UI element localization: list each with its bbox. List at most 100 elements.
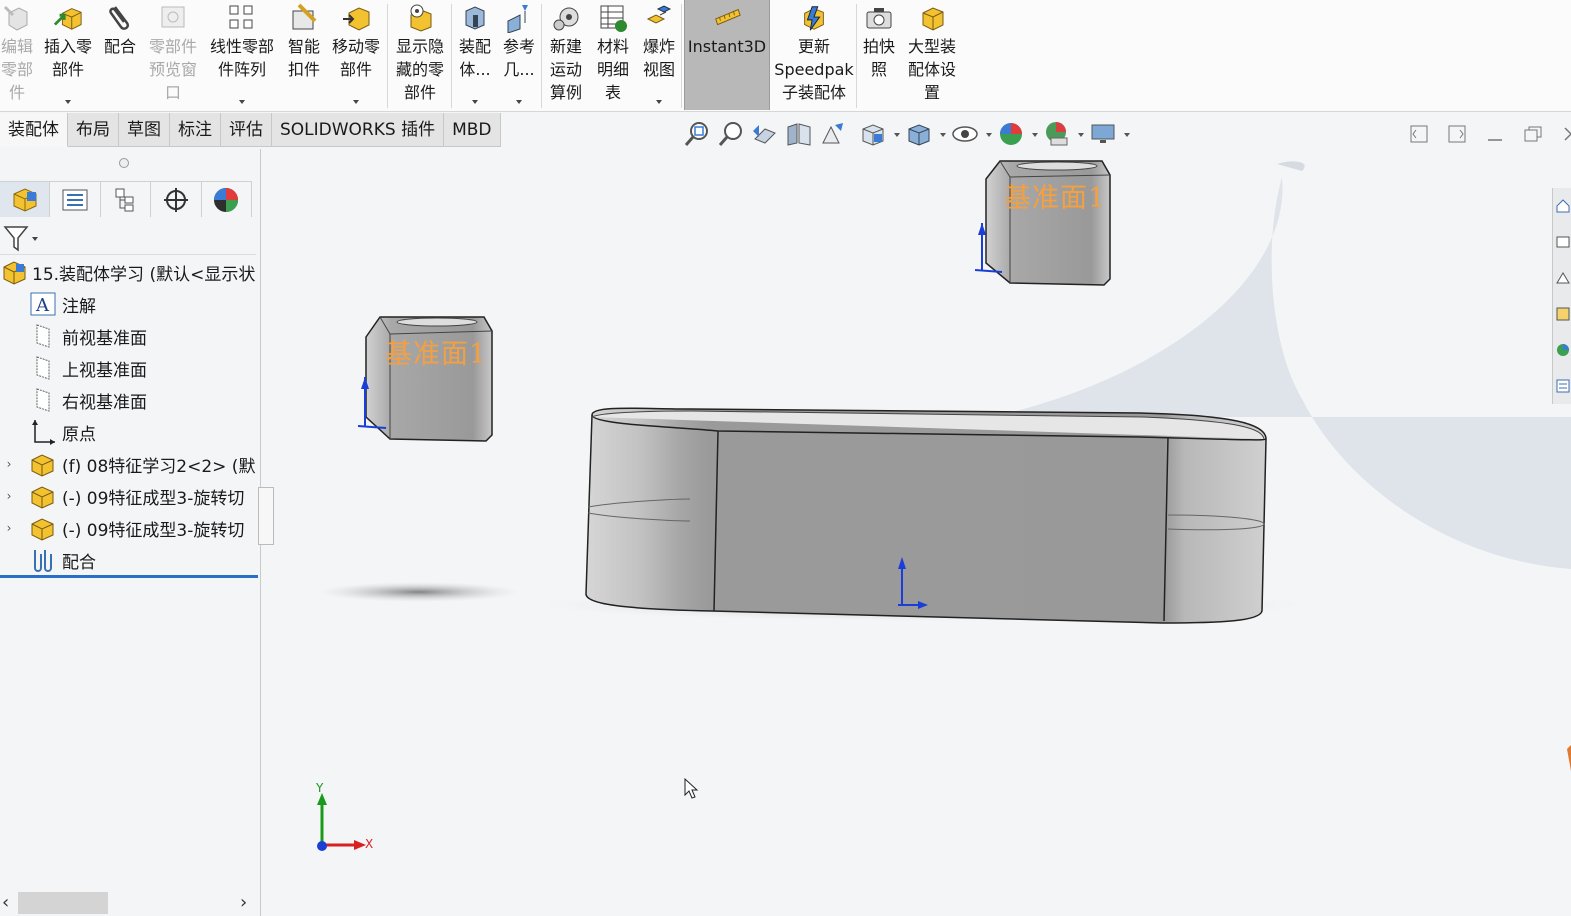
dock-left-icon[interactable] [1400, 119, 1438, 149]
instant3d-label: Instant3D [687, 37, 767, 56]
move-component-button[interactable]: 移动零 部件 [328, 0, 384, 110]
zoom-to-area-icon[interactable] [714, 119, 748, 149]
file-explorer-icon[interactable] [1553, 260, 1571, 296]
graphics-area[interactable]: 基准面1 基准面1 Y X [262, 149, 1571, 916]
component-preview-label: 零部件 预览窗 口 [148, 37, 197, 102]
tab-6[interactable]: MBD [444, 113, 501, 147]
edit-component-icon [2, 3, 32, 35]
tab-0[interactable]: 装配体 [0, 113, 68, 147]
view-palette-icon[interactable] [1553, 296, 1571, 332]
tree-filter[interactable] [0, 221, 256, 255]
chevron-down-icon[interactable] [656, 100, 662, 104]
tree-item[interactable]: 前视基准面 [0, 321, 261, 351]
dynamic-annotation-icon[interactable] [816, 119, 850, 149]
tree-item[interactable]: › (f) 08特征学习2<2> (默 [0, 449, 261, 479]
plane-icon [28, 354, 58, 382]
section-view-icon[interactable] [782, 119, 816, 149]
custom-properties-icon[interactable] [1553, 368, 1571, 404]
home-icon[interactable] [1553, 188, 1571, 224]
ribbon-separator [681, 4, 682, 108]
chevron-down-icon[interactable] [472, 100, 478, 104]
tree-root-assembly[interactable]: 15.装配体学习 (默认<显示状 [0, 257, 261, 287]
tree-item[interactable]: 右视基准面 [0, 385, 261, 415]
appearances-icon[interactable] [1553, 332, 1571, 368]
propertymanager-tab-icon[interactable] [50, 182, 101, 217]
tree-item[interactable]: A 注解 [0, 289, 261, 319]
ribbon-separator [387, 4, 388, 108]
view-orientation-icon[interactable] [850, 119, 900, 149]
close-icon[interactable] [1552, 119, 1571, 149]
mate-button[interactable]: 配合 [100, 0, 140, 110]
tree-item-label: 注解 [62, 296, 96, 317]
tree-horizontal-scrollbar[interactable]: ‹ › [0, 892, 258, 914]
configurationmanager-tab-icon[interactable] [100, 182, 152, 217]
rollback-bar[interactable] [0, 575, 258, 578]
chevron-down-icon[interactable] [65, 100, 71, 104]
dimxpert-tab-icon[interactable] [151, 182, 202, 217]
model-view [317, 160, 1571, 851]
tree-item[interactable]: › (-) 09特征成型3-旋转切 [0, 481, 261, 511]
apply-scene-icon[interactable] [1034, 119, 1084, 149]
expand-arrow-icon[interactable]: › [0, 521, 18, 535]
expand-arrow-icon[interactable]: › [0, 457, 18, 471]
tree-item[interactable]: 原点 [0, 417, 261, 447]
edit-component-button[interactable]: 编辑 零部 件 [0, 0, 34, 110]
filter-icon[interactable] [3, 225, 39, 253]
plane-label-1[interactable]: 基准面1 [385, 332, 487, 371]
assembly-features-button[interactable]: 装配 体... [454, 0, 496, 110]
tab-3[interactable]: 标注 [170, 113, 221, 147]
featuremanager-tab-icon[interactable] [0, 182, 51, 217]
scrollbar-thumb[interactable] [18, 892, 108, 914]
minimize-icon[interactable] [1476, 119, 1514, 149]
show-hidden-button[interactable]: 显示隐 藏的零 部件 [390, 0, 450, 110]
chevron-down-icon[interactable] [353, 100, 359, 104]
bill-of-materials-button[interactable]: 材料 明细 表 [592, 0, 634, 110]
preview-window-icon [158, 3, 188, 35]
smart-fasteners-button[interactable]: 智能 扣件 [282, 0, 326, 110]
panel-collapse-handle[interactable] [119, 158, 129, 168]
tree-item-label: (-) 09特征成型3-旋转切 [62, 520, 245, 541]
tree-item[interactable]: 配合 [0, 545, 261, 575]
plane-label-2[interactable]: 基准面1 [1004, 176, 1106, 215]
hide-show-items-icon[interactable] [942, 119, 992, 149]
linear-pattern-button[interactable]: 线性零部 件阵列 [206, 0, 278, 110]
reference-geometry-button[interactable]: 参考 几... [498, 0, 540, 110]
assembly-icon [0, 258, 30, 286]
design-library-icon[interactable] [1553, 224, 1571, 260]
tab-4[interactable]: 评估 [221, 113, 272, 147]
tab-1[interactable]: 布局 [68, 113, 119, 147]
scroll-left-icon[interactable]: ‹ [2, 892, 9, 913]
component-preview-button[interactable]: 零部件 预览窗 口 [146, 0, 200, 110]
tab-2[interactable]: 草图 [119, 113, 170, 147]
restore-icon[interactable] [1514, 119, 1552, 149]
exploded-view-label: 爆炸 视图 [642, 37, 675, 79]
expand-arrow-icon[interactable]: › [0, 489, 18, 503]
snapshot-button[interactable]: 拍快 照 [858, 0, 900, 110]
reference-triad [317, 793, 366, 851]
mates-icon [28, 546, 58, 574]
new-motion-study-button[interactable]: 新建 运动 算例 [544, 0, 588, 110]
view-settings-icon[interactable] [1080, 119, 1130, 149]
large-assembly-button[interactable]: 大型装 配体设 置 [902, 0, 962, 110]
chevron-down-icon[interactable] [516, 100, 522, 104]
tree-item-label: 原点 [62, 424, 96, 445]
edit-appearance-icon[interactable] [988, 119, 1038, 149]
exploded-view-button[interactable]: 爆炸 视图 [638, 0, 680, 110]
scroll-right-icon[interactable]: › [240, 892, 247, 913]
update-speedpak-button[interactable]: 更新 Speedpak 子装配体 [772, 0, 856, 110]
tab-5[interactable]: SOLIDWORKS 插件 [272, 113, 445, 147]
annotations-icon: A [28, 290, 58, 318]
display-manager-tab-icon[interactable] [201, 182, 253, 217]
tree-item[interactable]: 上视基准面 [0, 353, 261, 383]
display-style-icon[interactable] [896, 119, 946, 149]
svg-text:A: A [35, 295, 50, 316]
previous-view-icon[interactable] [748, 119, 782, 149]
dock-right-icon[interactable] [1438, 119, 1476, 149]
update-speedpak-label: 更新 Speedpak 子装配体 [774, 37, 854, 102]
instant3d-button[interactable]: Instant3D [684, 0, 770, 110]
chevron-down-icon[interactable] [239, 100, 245, 104]
tree-item[interactable]: › (-) 09特征成型3-旋转切 [0, 513, 261, 543]
large-assembly-icon [917, 3, 947, 35]
insert-components-button[interactable]: 插入零 部件 [40, 0, 96, 110]
zoom-to-fit-icon[interactable] [680, 119, 714, 149]
